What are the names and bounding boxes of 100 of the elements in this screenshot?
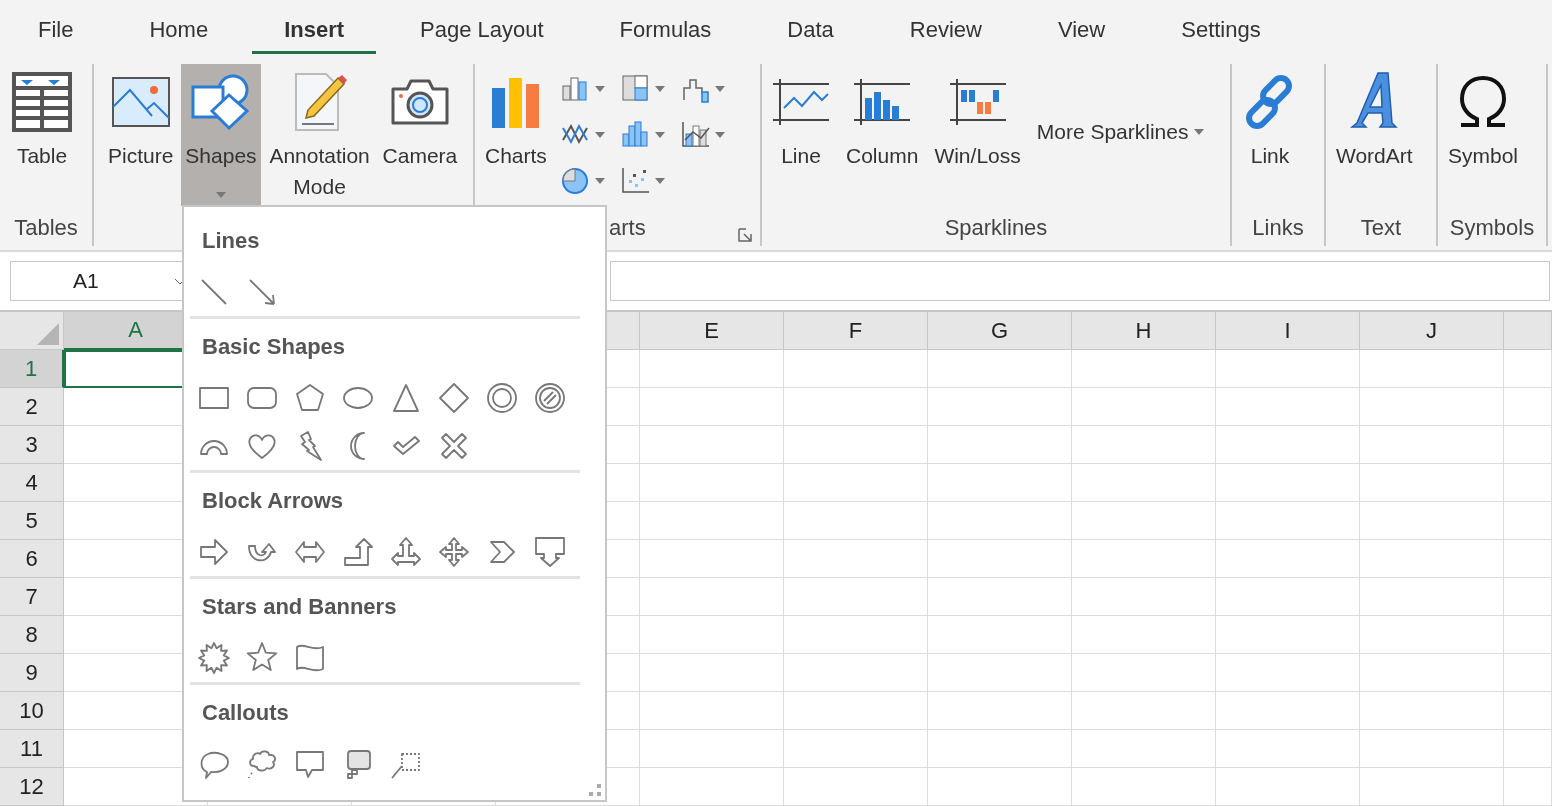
grid-cell[interactable] bbox=[1216, 464, 1360, 502]
grid-cell[interactable] bbox=[928, 692, 1072, 730]
ribbon-button[interactable]: Shapes bbox=[181, 64, 261, 206]
ribbon-button[interactable]: Annotation Mode bbox=[264, 64, 375, 202]
grid-cell[interactable] bbox=[1216, 692, 1360, 730]
column-header[interactable] bbox=[1504, 312, 1552, 350]
column-header[interactable]: G bbox=[928, 312, 1072, 350]
grid-cell[interactable] bbox=[1216, 730, 1360, 768]
grid-cell[interactable] bbox=[928, 616, 1072, 654]
grid-cell[interactable] bbox=[784, 350, 928, 388]
ribbon-button[interactable]: Win/Loss bbox=[930, 64, 1025, 202]
row-header[interactable]: 7 bbox=[0, 578, 64, 616]
ribbon-tab[interactable]: Data bbox=[749, 0, 872, 60]
dialog-launcher-icon[interactable] bbox=[738, 228, 752, 242]
ribbon-tab[interactable]: File bbox=[0, 0, 112, 60]
grid-cell[interactable] bbox=[640, 388, 784, 426]
ribbon-button[interactable]: Link bbox=[1238, 64, 1302, 202]
more-sparklines-button[interactable]: More Sparklines bbox=[1032, 120, 1209, 144]
grid-cell[interactable] bbox=[640, 616, 784, 654]
grid-cell[interactable] bbox=[1360, 464, 1504, 502]
ribbon-button[interactable]: WordArt bbox=[1332, 64, 1417, 202]
row-header[interactable]: 2 bbox=[0, 388, 64, 426]
grid-cell[interactable] bbox=[1504, 616, 1552, 654]
ribbon-tab[interactable]: Review bbox=[871, 0, 1020, 60]
grid-cell[interactable] bbox=[784, 388, 928, 426]
grid-cell[interactable] bbox=[928, 540, 1072, 578]
ribbon-tab[interactable]: Page Layout bbox=[382, 0, 582, 60]
grid-cell[interactable] bbox=[784, 768, 928, 806]
column-header[interactable]: I bbox=[1216, 312, 1360, 350]
grid-cell[interactable] bbox=[784, 730, 928, 768]
ribbon-tab[interactable]: View bbox=[1019, 0, 1144, 60]
grid-cell[interactable] bbox=[1504, 540, 1552, 578]
grid-cell[interactable] bbox=[928, 350, 1072, 388]
grid-cell[interactable] bbox=[1504, 578, 1552, 616]
grid-cell[interactable] bbox=[1360, 540, 1504, 578]
row-header[interactable]: 8 bbox=[0, 616, 64, 654]
grid-cell[interactable] bbox=[1072, 426, 1216, 464]
grid-cell[interactable] bbox=[1360, 388, 1504, 426]
grid-cell[interactable] bbox=[640, 654, 784, 692]
grid-cell[interactable] bbox=[784, 616, 928, 654]
grid-cell[interactable] bbox=[1504, 692, 1552, 730]
grid-cell[interactable] bbox=[1216, 540, 1360, 578]
ribbon-button[interactable]: Table bbox=[8, 64, 76, 202]
grid-cell[interactable] bbox=[640, 502, 784, 540]
grid-cell[interactable] bbox=[784, 464, 928, 502]
grid-cell[interactable] bbox=[640, 692, 784, 730]
row-header[interactable]: 5 bbox=[0, 502, 64, 540]
grid-cell[interactable] bbox=[1360, 654, 1504, 692]
grid-cell[interactable] bbox=[640, 768, 784, 806]
grid-cell[interactable] bbox=[1072, 578, 1216, 616]
grid-cell[interactable] bbox=[784, 540, 928, 578]
grid-cell[interactable] bbox=[1360, 502, 1504, 540]
grid-cell[interactable] bbox=[1504, 502, 1552, 540]
grid-cell[interactable] bbox=[928, 768, 1072, 806]
grid-cell[interactable] bbox=[784, 502, 928, 540]
row-header[interactable]: 9 bbox=[0, 654, 64, 692]
grid-cell[interactable] bbox=[1072, 350, 1216, 388]
grid-cell[interactable] bbox=[1072, 768, 1216, 806]
grid-cell[interactable] bbox=[1216, 616, 1360, 654]
select-all-corner[interactable] bbox=[0, 312, 64, 350]
grid-cell[interactable] bbox=[640, 730, 784, 768]
grid-cell[interactable] bbox=[1504, 730, 1552, 768]
row-header[interactable]: 4 bbox=[0, 464, 64, 502]
grid-cell[interactable] bbox=[1504, 426, 1552, 464]
grid-cell[interactable] bbox=[1360, 426, 1504, 464]
grid-cell[interactable] bbox=[640, 350, 784, 388]
grid-cell[interactable] bbox=[640, 540, 784, 578]
grid-cell[interactable] bbox=[928, 578, 1072, 616]
grid-cell[interactable] bbox=[928, 502, 1072, 540]
row-header[interactable]: 12 bbox=[0, 768, 64, 806]
column-header[interactable]: H bbox=[1072, 312, 1216, 350]
ribbon-button[interactable]: Camera bbox=[378, 64, 462, 202]
grid-cell[interactable] bbox=[928, 464, 1072, 502]
resize-grip-icon[interactable] bbox=[589, 784, 601, 796]
grid-cell[interactable] bbox=[1216, 426, 1360, 464]
row-header[interactable]: 1 bbox=[0, 350, 64, 388]
ribbon-tab[interactable]: Settings bbox=[1143, 0, 1299, 60]
grid-cell[interactable] bbox=[1360, 730, 1504, 768]
grid-cell[interactable] bbox=[1072, 540, 1216, 578]
grid-cell[interactable] bbox=[1072, 692, 1216, 730]
grid-cell[interactable] bbox=[1360, 578, 1504, 616]
column-header[interactable]: E bbox=[640, 312, 784, 350]
grid-cell[interactable] bbox=[1216, 654, 1360, 692]
ribbon-tab[interactable]: Formulas bbox=[581, 0, 750, 60]
grid-cell[interactable] bbox=[640, 464, 784, 502]
grid-cell[interactable] bbox=[1072, 464, 1216, 502]
row-header[interactable]: 11 bbox=[0, 730, 64, 768]
grid-cell[interactable] bbox=[1360, 616, 1504, 654]
grid-cell[interactable] bbox=[1504, 388, 1552, 426]
grid-cell[interactable] bbox=[928, 388, 1072, 426]
ribbon-button[interactable]: Charts bbox=[481, 64, 551, 202]
row-header[interactable]: 3 bbox=[0, 426, 64, 464]
grid-cell[interactable] bbox=[1360, 768, 1504, 806]
grid-cell[interactable] bbox=[1504, 768, 1552, 806]
ribbon-button[interactable]: Picture bbox=[104, 64, 178, 202]
grid-cell[interactable] bbox=[1072, 730, 1216, 768]
grid-cell[interactable] bbox=[928, 654, 1072, 692]
grid-cell[interactable] bbox=[1072, 502, 1216, 540]
grid-cell[interactable] bbox=[784, 578, 928, 616]
grid-cell[interactable] bbox=[784, 654, 928, 692]
